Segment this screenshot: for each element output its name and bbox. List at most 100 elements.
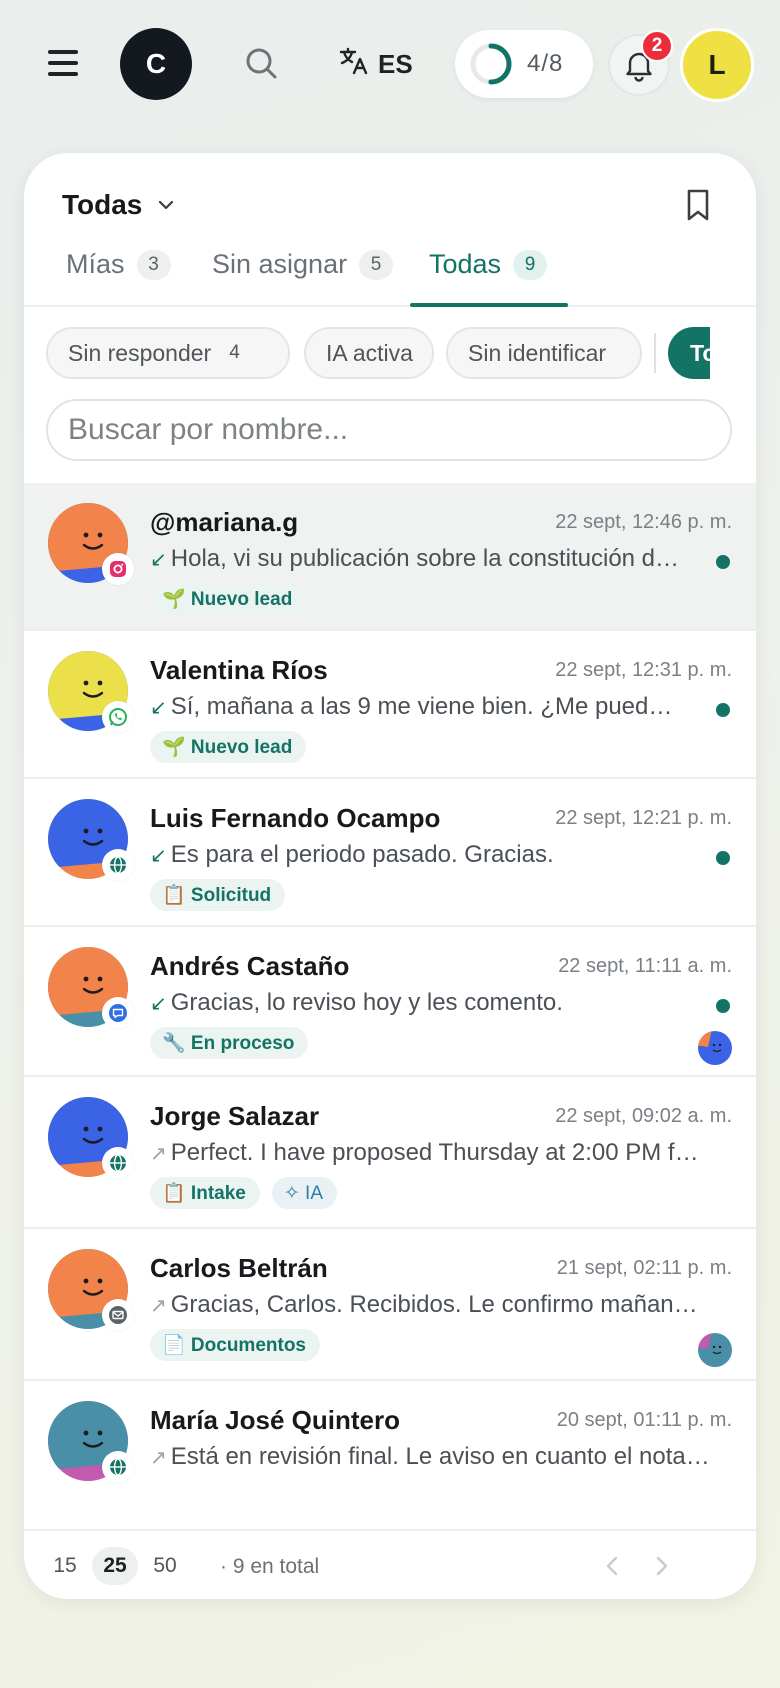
- conversation-row[interactable]: Andrés Castaño 22 sept, 11:11 a. m. ↙ Graci…: [24, 927, 756, 1077]
- progress-ring-icon: [470, 43, 512, 85]
- progress-indicator[interactable]: 4/8: [455, 30, 593, 98]
- filter-sin-identificar[interactable]: Sin identificar: [446, 327, 642, 379]
- tag-list: 📄 Documentos: [150, 1329, 321, 1361]
- page-size-25[interactable]: 25: [92, 1547, 138, 1585]
- whatsapp-icon: [102, 701, 134, 733]
- user-avatar[interactable]: L: [680, 28, 754, 102]
- tag-list: 🌱 Nuevo lead: [150, 583, 307, 615]
- card-header: Todas Mías 3 Sin asignar 5 Todas 9: [24, 153, 756, 307]
- message-time: 22 sept, 12:31 p. m.: [555, 659, 732, 681]
- tab-count: 9: [513, 250, 548, 280]
- tag-badge[interactable]: 🌱 Nuevo lead: [150, 583, 307, 615]
- web-icon: [102, 1147, 134, 1179]
- page-size-50[interactable]: 50: [142, 1547, 188, 1585]
- prev-page-icon[interactable]: [598, 1551, 628, 1581]
- view-title: Todas: [62, 189, 143, 220]
- message-preview: ↙ Gracias, lo reviso hoy y les comento.: [150, 989, 680, 1017]
- contact-name: Valentina Ríos: [150, 655, 328, 685]
- notifications-badge: 2: [641, 30, 673, 62]
- tab-todas[interactable]: Todas 9: [429, 241, 548, 307]
- received-icon: ↙: [150, 549, 167, 571]
- preview-text: Está en revisión final. Le aviso en cuan…: [170, 1443, 710, 1470]
- received-icon: ↙: [150, 697, 167, 719]
- language-selector[interactable]: ES: [338, 42, 413, 86]
- instagram-icon: [102, 553, 134, 585]
- preview-text: Hola, vi su publicación sobre la constit…: [170, 545, 680, 572]
- unread-dot: [716, 703, 730, 717]
- filter-sin-responder[interactable]: Sin responder 4: [46, 327, 290, 379]
- search-input[interactable]: [68, 413, 730, 447]
- menu-icon[interactable]: [44, 44, 84, 84]
- conversation-row[interactable]: María José Quintero 20 sept, 01:11 p. m. ↗…: [24, 1381, 756, 1529]
- tab-sin-asignar[interactable]: Sin asignar 5: [212, 241, 394, 307]
- tag-badge[interactable]: 📋 Solicitud: [150, 879, 286, 911]
- filter-label: IA activa: [326, 339, 413, 366]
- tag-badge[interactable]: ✧ IA: [271, 1177, 338, 1209]
- message-time: 21 sept, 02:11 p. m.: [556, 1257, 732, 1279]
- received-icon: ↙: [150, 993, 167, 1015]
- tab-label: Todas: [429, 249, 502, 279]
- chevron-down-icon: [159, 200, 174, 210]
- tabs: Mías 3 Sin asignar 5 Todas 9: [24, 241, 756, 307]
- tag-badge[interactable]: 📄 Documentos: [150, 1329, 321, 1361]
- tag-list: 🔧 En proceso: [150, 1027, 309, 1059]
- search-box: [46, 399, 732, 461]
- conversation-row[interactable]: Valentina Ríos 22 sept, 12:31 p. m. ↙ Sí, m…: [24, 631, 756, 779]
- workspace-avatar[interactable]: C: [120, 28, 192, 100]
- received-icon: ↙: [150, 845, 167, 867]
- filter-count: 4: [229, 342, 240, 363]
- tag-badge[interactable]: 📋 Intake: [150, 1177, 260, 1209]
- conversation-row[interactable]: @mariana.g 22 sept, 12:46 p. m. ↙ Hola, vi …: [24, 483, 756, 631]
- total-count: · 9 en total: [220, 1555, 320, 1578]
- web-icon: [102, 1451, 134, 1483]
- web-icon: [102, 849, 134, 881]
- conversation-row[interactable]: Jorge Salazar 22 sept, 09:02 a. m. ↗ Perfec…: [24, 1077, 756, 1229]
- filter-label: Sin responder: [68, 339, 212, 366]
- filter-chips: Sin responder 4 IA activa Sin identifica…: [46, 327, 710, 381]
- sent-icon: ↗: [150, 1295, 167, 1317]
- conversation-row[interactable]: Carlos Beltrán 21 sept, 02:11 p. m. ↗ Graci…: [24, 1229, 756, 1381]
- tag-list: 📋 Solicitud: [150, 879, 286, 911]
- tag-list: 🌱 Nuevo lead: [150, 731, 307, 763]
- page-size-15[interactable]: 15: [42, 1547, 88, 1585]
- next-page-icon[interactable]: [646, 1551, 676, 1581]
- tag-badge[interactable]: 🔧 En proceso: [150, 1027, 309, 1059]
- sent-icon: ↗: [150, 1447, 167, 1469]
- tab-label: Sin asignar: [212, 249, 348, 279]
- unread-dot: [716, 555, 730, 569]
- contact-name: Andrés Castaño: [150, 951, 350, 981]
- preview-text: Es para el periodo pasado. Gracias.: [170, 841, 554, 868]
- tab-mias[interactable]: Mías 3: [66, 241, 171, 307]
- contact-name: Jorge Salazar: [150, 1101, 320, 1131]
- message-preview: ↙ Es para el periodo pasado. Gracias.: [150, 841, 680, 869]
- bookmark-icon[interactable]: [678, 185, 718, 225]
- contact-name: @mariana.g: [150, 507, 299, 537]
- filter-label: Sin identificar: [468, 339, 607, 366]
- unread-dot: [716, 999, 730, 1013]
- message-time: 22 sept, 12:21 p. m.: [555, 807, 732, 829]
- language-label: ES: [378, 48, 413, 79]
- chat-icon: [102, 997, 134, 1029]
- translate-icon: [338, 45, 370, 84]
- preview-text: Gracias, Carlos. Recibidos. Le confirmo …: [170, 1291, 710, 1318]
- tab-label: Mías: [66, 249, 125, 279]
- contact-name: María José Quintero: [150, 1405, 400, 1435]
- top-bar: C ES 4/8 2 L: [0, 0, 780, 130]
- filter-label: Todas: [690, 339, 710, 366]
- message-preview: ↗ Está en revisión final. Le aviso en cua…: [150, 1443, 710, 1471]
- view-selector[interactable]: Todas: [62, 189, 176, 221]
- filter-ia-activa[interactable]: IA activa: [304, 327, 434, 379]
- filter-todas[interactable]: Todas: [668, 327, 710, 379]
- active-tab-indicator: [410, 303, 568, 307]
- assignee-avatar: [698, 1333, 732, 1367]
- conversation-row[interactable]: Luis Fernando Ocampo 22 sept, 12:21 p. m.…: [24, 779, 756, 927]
- search-icon[interactable]: [242, 44, 282, 84]
- tab-count: 3: [136, 250, 171, 280]
- message-preview: ↙ Sí, mañana a las 9 me viene bien. ¿Me p…: [150, 693, 680, 721]
- tag-badge[interactable]: 🌱 Nuevo lead: [150, 731, 307, 763]
- assignee-avatar: [698, 1031, 732, 1065]
- conversation-list: @mariana.g 22 sept, 12:46 p. m. ↙ Hola, vi …: [24, 483, 756, 1529]
- message-time: 22 sept, 09:02 a. m.: [555, 1105, 732, 1127]
- message-preview: ↗ Gracias, Carlos. Recibidos. Le confirmo…: [150, 1291, 710, 1319]
- tag-list: 📋 Intake ✧ IA: [150, 1177, 338, 1209]
